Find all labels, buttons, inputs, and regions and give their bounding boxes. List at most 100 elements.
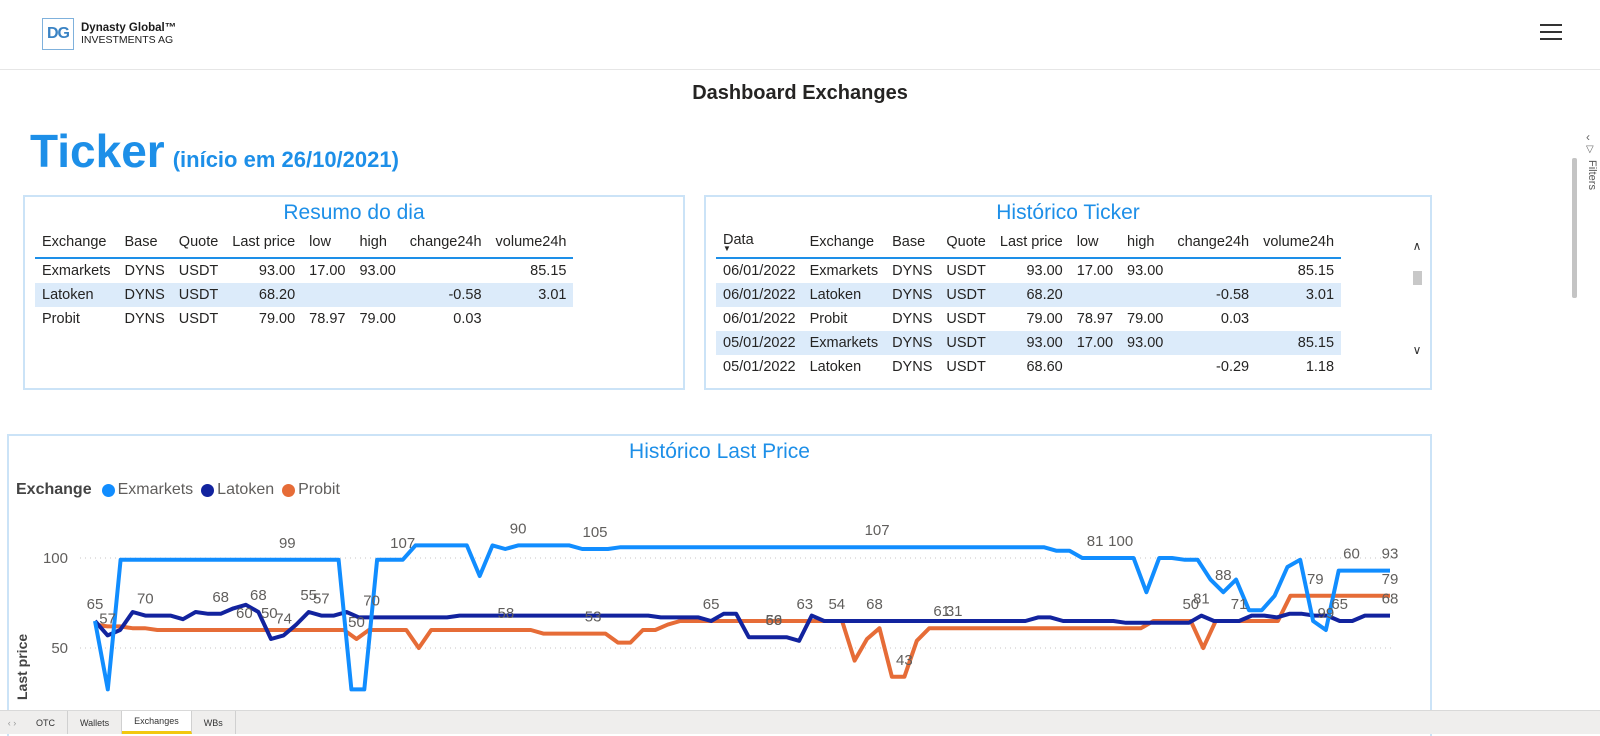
resumo-title: Resumo do dia	[283, 201, 425, 224]
data-label: 50	[348, 614, 365, 631]
col-header[interactable]: Data ▼	[716, 227, 803, 259]
col-header[interactable]: Last price	[225, 227, 303, 259]
col-header[interactable]: volume24h	[488, 227, 574, 259]
cell: USDT	[171, 283, 226, 307]
col-header[interactable]: change24h	[402, 227, 489, 259]
cell: -0.58	[1170, 283, 1257, 307]
cell: 78.97	[1076, 311, 1114, 327]
col-header[interactable]: Base	[117, 227, 172, 259]
cell: 06/01/2022	[723, 263, 796, 279]
col-header[interactable]: low	[302, 227, 353, 259]
filter-icon[interactable]: ▽	[1586, 144, 1594, 155]
data-label: 68	[866, 596, 883, 613]
col-header[interactable]: Exchange	[35, 227, 118, 259]
cell	[1070, 355, 1120, 379]
col-header[interactable]: high	[1120, 227, 1171, 259]
cell: DYNS	[885, 283, 940, 307]
cell: 68.60	[1026, 359, 1063, 375]
table-row[interactable]: 06/01/2022 Probit DYNS USDT 79.00 78.97 …	[716, 307, 1341, 331]
page-scrollbar[interactable]	[1572, 158, 1577, 298]
col-header[interactable]: Base	[885, 227, 940, 259]
table-scrollbar[interactable]: ∧ ∨	[1410, 233, 1424, 373]
cell: 79.00	[359, 311, 396, 327]
page-title: Dashboard Exchanges	[692, 82, 908, 104]
tab-otc[interactable]: OTC	[24, 711, 68, 734]
data-label: 63	[796, 596, 813, 613]
table-row[interactable]: 05/01/2022 Exmarkets DYNS USDT 93.00 17.…	[716, 331, 1342, 355]
resumo-table: Exchange Base Quote Last price low high …	[35, 227, 574, 331]
scroll-thumb[interactable]	[1413, 271, 1422, 285]
data-label: 79	[1382, 571, 1399, 588]
cell: DYNS	[117, 283, 172, 307]
cell: 93.00	[1026, 263, 1063, 279]
col-header[interactable]: volume24h	[1256, 227, 1342, 259]
cell: 79.00	[1026, 311, 1063, 327]
data-label: 70	[137, 591, 154, 608]
cell: 0.03	[453, 311, 482, 327]
tab-wbs[interactable]: WBs	[191, 711, 236, 734]
hamburger-icon[interactable]	[1540, 24, 1562, 42]
top-bar: DG Dynasty Global™ INVESTMENTS AG	[0, 0, 1600, 70]
cell: -0.58	[402, 283, 489, 307]
cell	[1170, 258, 1256, 283]
historico-panel: Histórico Ticker Data ▼ Exchange Base Quo…	[704, 195, 1432, 390]
cell: Exmarkets	[809, 263, 879, 279]
cell: 68.20	[992, 283, 1070, 307]
page-tabs: ‹ › OTC Wallets Exchanges WBs	[0, 710, 1600, 734]
chevron-up-icon[interactable]: ∧	[1410, 239, 1424, 253]
cell: USDT	[178, 311, 219, 327]
table-row[interactable]: 05/01/2022 Latoken DYNS USDT 68.60 -0.29…	[716, 355, 1341, 379]
col-header[interactable]: change24h	[1170, 227, 1257, 259]
cell: USDT	[939, 331, 993, 355]
logo-mark: DG	[42, 18, 74, 50]
tab-nav-arrows[interactable]: ‹ ›	[0, 711, 24, 734]
col-header[interactable]: high	[352, 227, 403, 259]
company-logo[interactable]: DG Dynasty Global™ INVESTMENTS AG	[42, 18, 176, 50]
data-label: 50	[1182, 596, 1199, 613]
col-header[interactable]: Exchange	[802, 227, 886, 259]
filters-label[interactable]: Filters	[1586, 160, 1598, 190]
cell: DYNS	[124, 311, 165, 327]
col-header[interactable]: Quote	[171, 227, 226, 259]
tab-wallets[interactable]: Wallets	[68, 711, 123, 734]
cell: DYNS	[892, 359, 933, 375]
cell: Latoken	[802, 283, 886, 307]
data-label: 65	[1331, 596, 1348, 613]
tab-exchanges[interactable]: Exchanges	[122, 711, 192, 734]
resumo-header-row: Exchange Base Quote Last price low high …	[35, 227, 574, 259]
cell: 05/01/2022	[716, 331, 803, 355]
chevron-left-icon[interactable]: ‹	[1586, 130, 1590, 144]
data-label: 99	[279, 535, 296, 552]
cell: Probit	[42, 311, 80, 327]
cell: DYNS	[124, 263, 165, 279]
data-label: 57	[313, 591, 330, 608]
cell: Probit	[809, 311, 848, 327]
table-row[interactable]: 06/01/2022 Exmarkets DYNS USDT 93.00 17.…	[716, 258, 1341, 283]
y-tick-label: 50	[51, 640, 68, 657]
cell: Latoken	[809, 359, 862, 375]
col-header[interactable]: low	[1069, 227, 1121, 259]
cell: 0.03	[1220, 311, 1250, 327]
table-row[interactable]: 06/01/2022 Latoken DYNS USDT 68.20 -0.58…	[716, 283, 1342, 307]
cell: 93.00	[992, 331, 1070, 355]
table-row[interactable]: Latoken DYNS USDT 68.20 -0.58 3.01	[35, 283, 574, 307]
chevron-down-icon[interactable]: ∨	[1410, 343, 1424, 357]
data-label: 31	[946, 603, 963, 620]
ticker-heading: Ticker (início em 26/10/2021)	[30, 124, 399, 178]
logo-line1: Dynasty Global™	[81, 22, 177, 34]
data-label: 79	[1307, 571, 1324, 588]
data-label: 68	[1382, 591, 1399, 608]
col-header[interactable]: Quote	[939, 227, 993, 259]
table-row[interactable]: Exmarkets DYNS USDT 93.00 17.00 93.00 85…	[35, 258, 573, 283]
cell	[1069, 283, 1121, 307]
table-row[interactable]: Probit DYNS USDT 79.00 78.97 79.00 0.03	[35, 307, 573, 331]
cell	[403, 258, 489, 283]
cell: Exmarkets	[802, 331, 886, 355]
data-label: 56	[766, 612, 783, 629]
data-label: 60	[1343, 546, 1360, 563]
data-label: 57	[99, 610, 116, 627]
col-header[interactable]: Last price	[992, 227, 1070, 259]
cell: 93.00	[359, 263, 396, 279]
cell: 68.20	[225, 283, 303, 307]
resumo-panel: Resumo do dia Exchange Base Quote Last p…	[23, 195, 685, 390]
